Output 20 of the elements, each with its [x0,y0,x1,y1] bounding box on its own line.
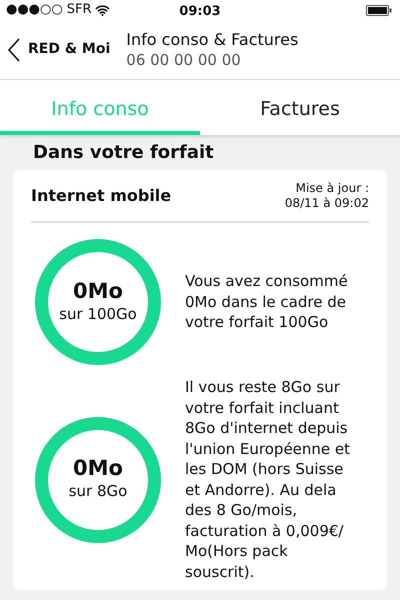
page-title: Info conso & Factures [126,30,298,50]
usage-amount: 0Mo [73,278,123,303]
tab[interactable]: Factures [200,80,400,135]
usage-total: sur 100Go [59,304,137,325]
section-title: Dans votre forfait [32,141,215,165]
status-time: 09:03 [179,3,221,21]
update-time: 08/11 à 09:02 [284,196,369,210]
wifi-icon [95,4,110,16]
battery-icon [366,4,392,16]
phone-number: 06 00 00 00 00 [126,50,242,70]
usage-total: sur 8Go [68,481,128,502]
back-chevron-icon [8,38,20,62]
carrier-name: SFR [66,1,92,20]
card-title: Internet mobile [31,184,172,206]
signal-dots: ●●●○○ [6,1,63,20]
update-label: Mise à jour : [294,180,369,196]
usage-amount: 0Mo [73,456,123,480]
back-button[interactable]: RED & Moi [0,38,110,62]
usage-description: Vous avez consommé 0Mo dans le cadre de votre forfait 100Go [185,271,349,333]
usage-description: Il vous reste 8Go sur votre forfait incluant 8Go d'internet depuis l'union Européenne et les DOM (hors Suisse et Andorre). Au dela des 8 Go/mois, facturation à 0,009€/ Mo(Hors pack souscrit). [185,377,352,582]
